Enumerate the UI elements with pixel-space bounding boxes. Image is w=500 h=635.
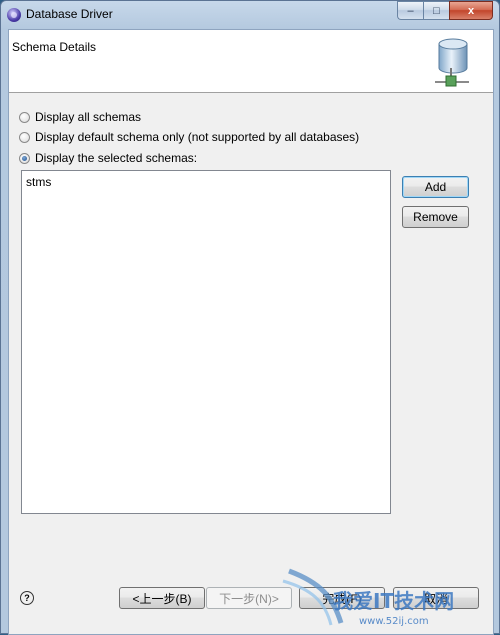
- option-default-schema-label: Display default schema only (not support…: [35, 130, 360, 144]
- maximize-button[interactable]: □: [423, 1, 449, 20]
- option-selected-schemas[interactable]: Display the selected schemas:: [19, 151, 197, 165]
- close-icon: x: [467, 4, 475, 17]
- close-button[interactable]: x: [449, 1, 493, 20]
- finish-button[interactable]: 完成(F): [299, 587, 385, 609]
- list-item[interactable]: stms: [26, 174, 386, 190]
- add-button[interactable]: Add: [402, 176, 469, 198]
- remove-button[interactable]: Remove: [402, 206, 469, 228]
- option-selected-schemas-label: Display the selected schemas:: [35, 151, 198, 165]
- radio-default-schema[interactable]: [19, 131, 30, 143]
- option-all-schemas-label: Display all schemas: [35, 110, 142, 124]
- dialog-window: Database Driver – □ x Schema Details Dis…: [0, 0, 500, 635]
- minimize-button[interactable]: –: [397, 1, 423, 20]
- database-schema-icon: [435, 38, 469, 87]
- radio-selected-schemas[interactable]: [19, 152, 30, 164]
- eclipse-icon: [7, 8, 21, 22]
- page-title: Schema Details: [12, 40, 97, 54]
- option-all-schemas[interactable]: Display all schemas: [19, 110, 141, 124]
- title-bar[interactable]: Database Driver – □ x: [1, 1, 499, 29]
- header-banner: Schema Details: [9, 30, 493, 93]
- option-default-schema[interactable]: Display default schema only (not support…: [19, 130, 359, 144]
- back-button[interactable]: <上一步(B): [119, 587, 205, 609]
- dialog-content: Schema Details Display all schemas Displ…: [8, 29, 494, 635]
- schema-list[interactable]: stms: [21, 170, 391, 514]
- maximize-icon: □: [433, 4, 440, 17]
- next-button[interactable]: 下一步(N)>: [206, 587, 292, 609]
- window-controls: – □ x: [397, 1, 493, 21]
- cancel-button[interactable]: 取消: [393, 587, 479, 609]
- window-title: Database Driver: [26, 7, 113, 21]
- help-icon[interactable]: ?: [20, 591, 34, 605]
- minimize-icon: –: [407, 4, 414, 17]
- radio-all-schemas[interactable]: [19, 111, 30, 123]
